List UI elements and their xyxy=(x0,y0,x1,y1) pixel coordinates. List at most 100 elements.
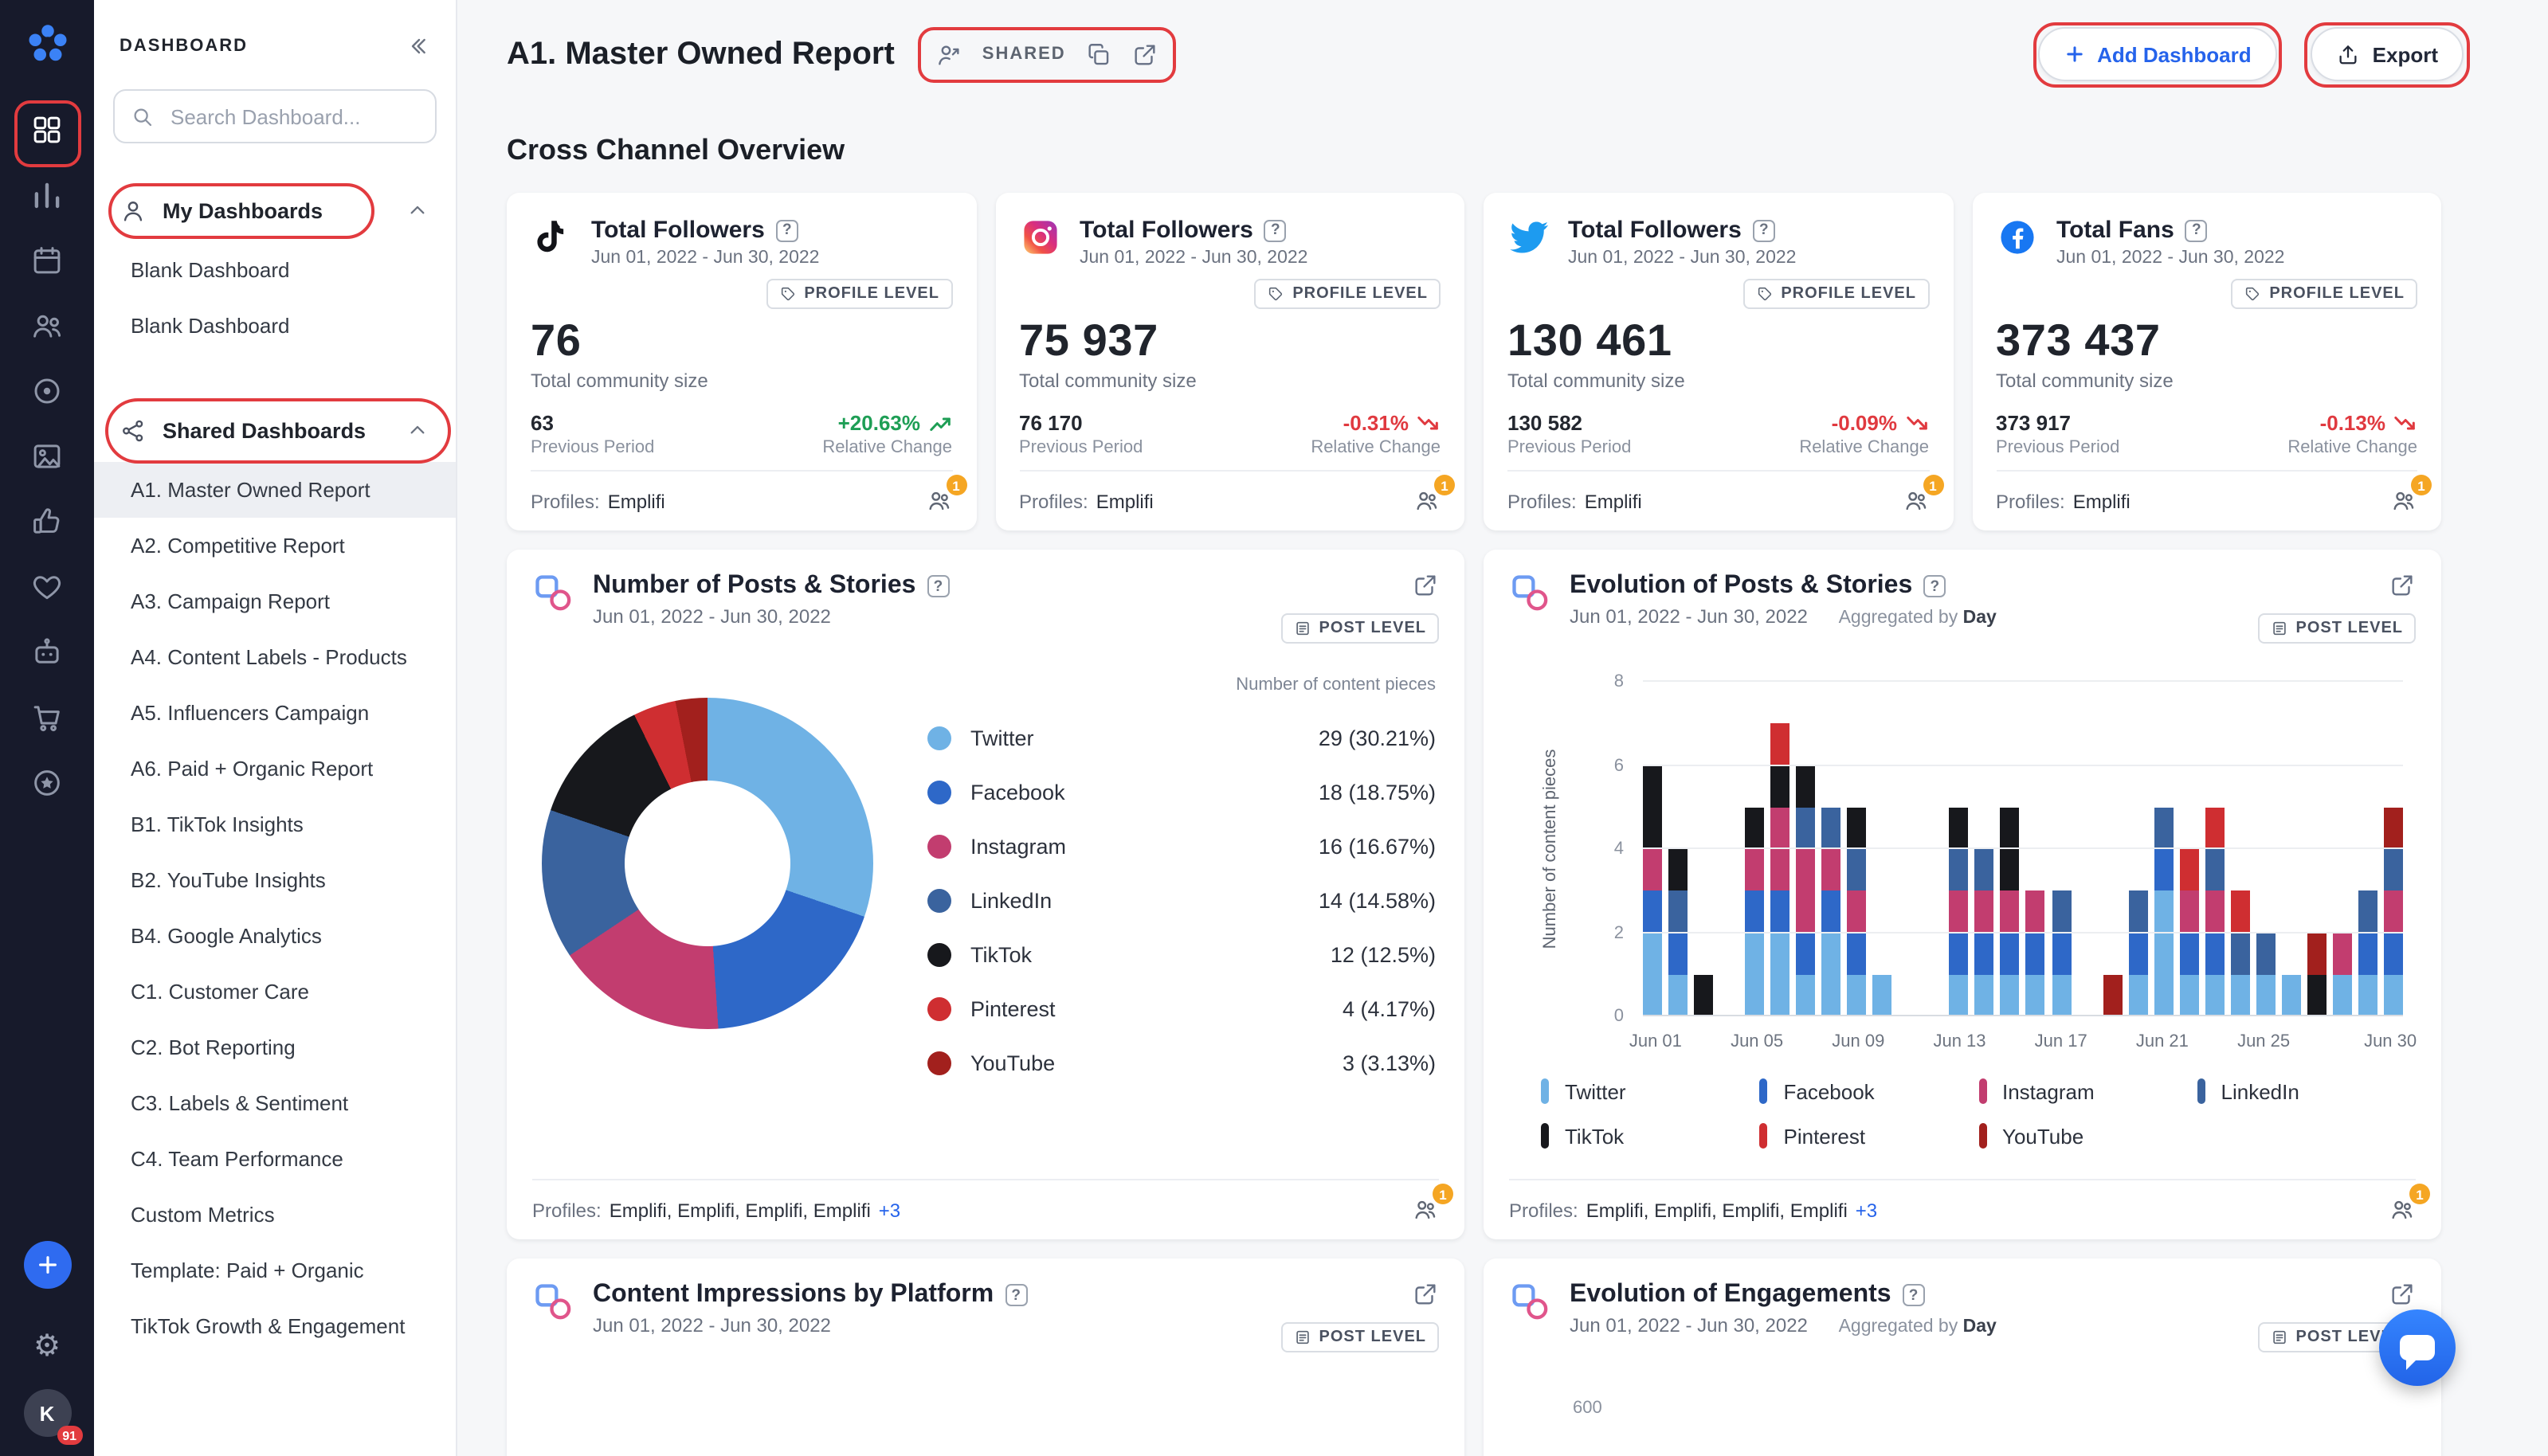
help-icon[interactable]: ? xyxy=(927,575,950,597)
sidebar-item[interactable]: A5. Influencers Campaign xyxy=(94,685,456,741)
help-icon[interactable]: ? xyxy=(1264,219,1287,241)
bar-jun-27 xyxy=(2307,682,2327,1016)
help-icon[interactable]: ? xyxy=(1902,1284,1925,1306)
rail-item-care[interactable] xyxy=(20,563,74,617)
youtube-dot-icon xyxy=(927,1051,951,1074)
rail-item-engagement[interactable] xyxy=(20,498,74,552)
sidebar-item[interactable]: B4. Google Analytics xyxy=(94,908,456,964)
settings-gear-icon[interactable]: ⚙ xyxy=(33,1332,61,1362)
rail-item-commerce[interactable] xyxy=(20,694,74,748)
legend-value: 14 (14.58%) xyxy=(1318,888,1436,912)
filter-count-badge: 1 xyxy=(2409,1184,2430,1204)
legend-label: Pinterest xyxy=(970,996,1056,1020)
profiles-more-link[interactable]: +3 xyxy=(1856,1199,1877,1221)
help-icon[interactable]: ? xyxy=(1752,219,1775,241)
facebook-segment xyxy=(2358,933,2377,975)
instagram-segment xyxy=(2179,890,2199,933)
sidebar-item[interactable]: C2. Bot Reporting xyxy=(94,1020,456,1075)
sidebar-item[interactable]: B2. YouTube Insights xyxy=(94,852,456,908)
aggregation-control[interactable]: Aggregated by Day xyxy=(1839,1317,1997,1337)
profiles-filter-icon[interactable]: 1 xyxy=(1413,475,1455,515)
facebook-kpi-card: Total Fans ? Jun 01, 2022 - Jun 30, 2022… xyxy=(1972,193,2441,530)
search-input[interactable] xyxy=(167,103,419,130)
bar-jun-20 xyxy=(2128,682,2148,1016)
profiles-label: Profiles: xyxy=(1507,490,1577,512)
legend-label: Instagram xyxy=(2002,1079,2095,1103)
twitter-segment xyxy=(1796,974,1816,1016)
rail-item-publisher[interactable] xyxy=(20,237,74,291)
x-tick-label: Jun 17 xyxy=(2034,1032,2087,1051)
rail-item-reviews[interactable] xyxy=(20,759,74,813)
help-icon[interactable]: ? xyxy=(2185,219,2208,241)
open-report-icon[interactable] xyxy=(2389,572,2416,599)
open-report-icon[interactable] xyxy=(1412,572,1439,599)
profiles-filter-icon[interactable]: 1 xyxy=(925,475,966,515)
rail-item-community[interactable] xyxy=(20,302,74,356)
rail-item-automation[interactable] xyxy=(20,628,74,683)
sidebar-item[interactable]: A6. Paid + Organic Report xyxy=(94,741,456,796)
tiktok-segment xyxy=(1745,807,1765,849)
rail-item-listening[interactable] xyxy=(20,367,74,421)
profiles-filter-icon[interactable]: 1 xyxy=(2390,475,2432,515)
twitter-segment xyxy=(2358,974,2377,1016)
profiles-filter-icon[interactable]: 1 xyxy=(1902,475,1943,515)
widget-icon xyxy=(532,1281,574,1322)
profiles-filter-icon[interactable]: 1 xyxy=(1412,1184,1453,1223)
rail-item-content[interactable] xyxy=(20,432,74,487)
profiles-more-link[interactable]: +3 xyxy=(879,1199,900,1221)
sidebar-item[interactable]: C1. Customer Care xyxy=(94,964,456,1020)
instagram-segment xyxy=(2000,890,2020,933)
rail-item-dashboards[interactable] xyxy=(14,100,80,166)
aggregation-control[interactable]: Aggregated by Day xyxy=(1839,609,1997,628)
sidebar-item[interactable]: Blank Dashboard xyxy=(94,298,456,354)
open-report-icon[interactable] xyxy=(1412,1281,1439,1308)
create-new-button[interactable] xyxy=(23,1241,71,1289)
post-level-badge: POST LEVEL xyxy=(1280,613,1439,644)
chat-bubble-button[interactable] xyxy=(2379,1309,2456,1386)
rail-item-analytics[interactable] xyxy=(20,171,74,225)
add-dashboard-button[interactable]: Add Dashboard xyxy=(2033,22,2283,87)
help-icon[interactable]: ? xyxy=(1005,1284,1028,1306)
kpi-previous-label: Previous Period xyxy=(531,438,655,457)
collapse-sidebar-icon[interactable] xyxy=(405,33,430,59)
export-button[interactable]: Export xyxy=(2304,22,2469,87)
sidebar-item[interactable]: A3. Campaign Report xyxy=(94,573,456,629)
calendar-icon xyxy=(30,243,64,284)
sidebar-item[interactable]: A1. Master Owned Report xyxy=(94,462,456,518)
help-icon[interactable]: ? xyxy=(1923,575,1946,597)
document-icon xyxy=(2272,621,2286,636)
sidebar-item[interactable]: A4. Content Labels - Products xyxy=(94,629,456,685)
kpi-row: Total Followers ? Jun 01, 2022 - Jun 30,… xyxy=(507,193,2441,530)
sidebar-item[interactable]: C3. Labels & Sentiment xyxy=(94,1075,456,1131)
y-tick-label: 600 xyxy=(1573,1399,1602,1418)
sidebar-item[interactable]: Custom Metrics xyxy=(94,1187,456,1243)
sidebar-item[interactable]: Template: Paid + Organic xyxy=(94,1243,456,1298)
open-external-icon[interactable] xyxy=(1131,41,1158,68)
bar-jun-19 xyxy=(2103,682,2123,1016)
shared-dashboards-section: Shared Dashboards A1. Master Owned Report… xyxy=(94,398,456,1354)
legend-item-pinterest: Pinterest xyxy=(1759,1115,1979,1157)
help-icon[interactable]: ? xyxy=(775,219,798,241)
legend-label: Pinterest xyxy=(1783,1124,1866,1148)
x-tick-label: Jun 01 xyxy=(1629,1032,1682,1051)
section-header-my-dashboards[interactable]: My Dashboards xyxy=(94,182,456,238)
facebook-swatch-icon xyxy=(1759,1078,1768,1104)
profiles-filter-icon[interactable]: 1 xyxy=(2389,1184,2430,1223)
sidebar-item[interactable]: A2. Competitive Report xyxy=(94,518,456,573)
donut-legend-row: Facebook 18 (18.75%) xyxy=(927,765,1436,819)
sidebar-item[interactable]: C4. Team Performance xyxy=(94,1131,456,1187)
posts-donut-card: Number of Posts & Stories ? Jun 01, 2022… xyxy=(507,550,1464,1239)
sidebar-item[interactable]: Blank Dashboard xyxy=(94,242,456,298)
emplifi-logo-icon[interactable] xyxy=(23,21,71,68)
bar-jun-08 xyxy=(1821,682,1841,1016)
sidebar-item[interactable]: TikTok Growth & Engagement xyxy=(94,1298,456,1354)
instagram-segment xyxy=(1949,890,1969,933)
copy-link-icon[interactable] xyxy=(1085,41,1112,68)
level-badge-label: PROFILE LEVEL xyxy=(804,285,939,303)
gridline xyxy=(1643,764,2403,765)
sidebar-item[interactable]: B1. TikTok Insights xyxy=(94,796,456,852)
section-header-shared-dashboards[interactable]: Shared Dashboards xyxy=(94,398,456,464)
user-avatar[interactable]: K 91 xyxy=(23,1389,82,1445)
grid-icon xyxy=(30,112,64,154)
open-report-icon[interactable] xyxy=(2389,1281,2416,1308)
